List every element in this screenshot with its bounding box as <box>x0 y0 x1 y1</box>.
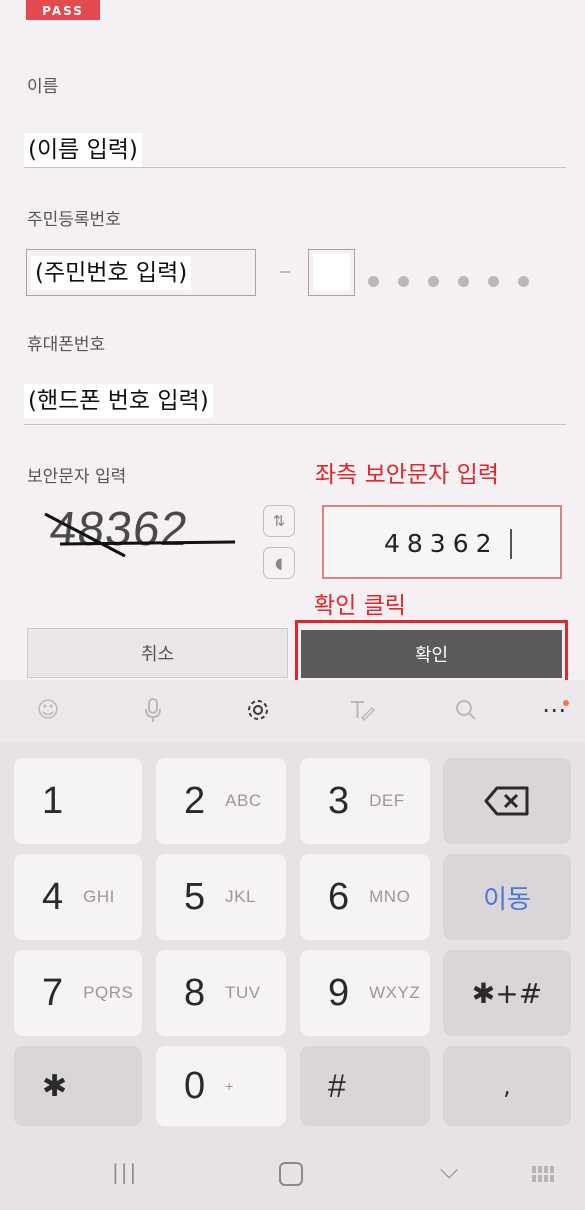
rrn-gender-digit-field[interactable] <box>308 249 355 296</box>
captcha-image: 48362 <box>40 500 240 560</box>
text-cursor <box>510 529 512 559</box>
pass-auth-form: PASS 이름 (이름 입력) 주민등록번호 (주민번호 입력) 휴대폰번호 (… <box>0 0 585 684</box>
rrn-mask-dot <box>488 276 499 287</box>
backspace-icon <box>484 786 529 816</box>
refresh-icon: ⇅ <box>272 512 286 530</box>
key-star[interactable]: ✱ <box>14 1046 142 1126</box>
rrn-front-value: (주민번호 입력) <box>31 256 192 290</box>
move-key[interactable]: 이동 <box>443 854 571 940</box>
captcha-label: 보안문자 입력 <box>27 467 127 487</box>
captcha-input-value: 48362 <box>384 529 499 558</box>
captcha-audio-button[interactable]: ◖ <box>263 547 295 579</box>
rrn-dash <box>280 271 290 273</box>
speaker-icon: ◖ <box>275 554 283 572</box>
annotation-click-confirm: 확인 클릭 <box>314 593 406 619</box>
cancel-button[interactable]: 취소 <box>27 628 288 678</box>
key-0[interactable]: 0 + <box>156 1046 286 1126</box>
key-1[interactable]: 1 <box>14 758 142 844</box>
key-7[interactable]: 7 PQRS <box>14 950 142 1036</box>
emoji-icon[interactable]: ☺ <box>30 692 66 728</box>
rrn-mask-dot <box>368 276 379 287</box>
backspace-key[interactable] <box>443 758 571 844</box>
brand-logo: PASS <box>26 0 100 20</box>
keyboard-switch-icon[interactable] <box>532 1166 554 1182</box>
rrn-front-field[interactable]: (주민번호 입력) <box>26 249 256 296</box>
name-label: 이름 <box>27 77 59 97</box>
comma-key[interactable]: , <box>443 1046 571 1126</box>
name-input[interactable]: (이름 입력) <box>24 133 142 167</box>
key-2[interactable]: 2 ABC <box>156 758 286 844</box>
key-hash[interactable]: # <box>300 1046 430 1126</box>
settings-icon[interactable] <box>240 692 276 728</box>
key-4[interactable]: 4 GHI <box>14 854 142 940</box>
system-navigation-bar: ||| ⌵ <box>0 1132 585 1210</box>
key-3[interactable]: 3 DEF <box>300 758 430 844</box>
confirm-highlight-box <box>295 620 568 684</box>
captcha-refresh-button[interactable]: ⇅ <box>263 505 295 537</box>
handwriting-icon[interactable] <box>344 692 380 728</box>
rrn-label: 주민등록번호 <box>27 210 121 230</box>
key-9[interactable]: 9 WXYZ <box>300 950 430 1036</box>
recent-apps-button[interactable]: ||| <box>112 1160 138 1184</box>
name-underline <box>24 167 566 168</box>
phone-underline <box>24 424 566 425</box>
captcha-input[interactable]: 48362 <box>322 505 562 579</box>
key-8[interactable]: 8 TUV <box>156 950 286 1036</box>
back-button[interactable]: ⌵ <box>440 1156 458 1184</box>
key-6[interactable]: 6 MNO <box>300 854 430 940</box>
mic-icon[interactable] <box>135 692 171 728</box>
rrn-mask-dot <box>428 276 439 287</box>
symbols-key[interactable]: ✱+# <box>443 950 571 1036</box>
home-button[interactable] <box>279 1162 303 1186</box>
phone-label: 휴대폰번호 <box>27 335 106 355</box>
numeric-keypad: 1 2 ABC 3 DEF 4 GHI 5 JKL 6 MNO 이동 7 PQR… <box>0 742 585 1132</box>
notification-dot <box>563 700 569 706</box>
annotation-enter-captcha: 좌측 보안문자 입력 <box>315 462 499 488</box>
phone-input[interactable]: (핸드폰 번호 입력) <box>24 384 213 418</box>
rrn-mask-dot <box>398 276 409 287</box>
keyboard-toolbar: ☺ ⋯ <box>0 680 585 742</box>
rrn-mask-dot <box>458 276 469 287</box>
key-5[interactable]: 5 JKL <box>156 854 286 940</box>
search-icon[interactable] <box>448 692 484 728</box>
captcha-strike-lines <box>44 512 236 558</box>
rrn-mask-dot <box>518 276 529 287</box>
more-icon[interactable]: ⋯ <box>536 692 572 728</box>
